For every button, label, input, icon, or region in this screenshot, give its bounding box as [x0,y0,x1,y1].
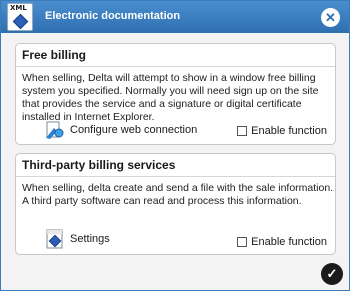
window-title: Electronic documentation [45,10,181,22]
checkmark-icon: ✓ [326,266,338,281]
free-billing-description: When selling, Delta will attempt to show… [22,72,319,123]
enable-function-checkbox-free-billing[interactable]: Enable function [237,125,327,137]
xml-icon-gem [12,13,29,30]
electronic-documentation-window: XML Electronic documentation ✕ Free bill… [0,0,350,291]
third-party-billing-panel: Third-party billing services When sellin… [15,153,336,255]
web-connection-icon [44,120,66,140]
settings-icon [44,229,66,249]
enable-function-label: Enable function [251,236,327,248]
free-billing-panel: Free billing When selling, Delta will at… [15,43,336,145]
close-button[interactable]: ✕ [321,8,340,27]
configure-web-connection-button[interactable]: Configure web connection [44,120,197,140]
checkbox-box[interactable] [237,237,248,247]
settings-label: Settings [70,233,110,245]
confirm-button[interactable]: ✓ [321,263,343,285]
configure-web-connection-label: Configure web connection [70,124,198,136]
enable-function-label: Enable function [251,125,327,137]
settings-button[interactable]: Settings [44,229,110,249]
panel-divider [16,176,335,177]
close-icon: ✕ [325,10,336,25]
third-party-billing-description: When selling, delta create and send a fi… [22,182,334,207]
xml-icon-label: XML [10,4,27,12]
title-bar: XML Electronic documentation ✕ [1,1,349,33]
enable-function-checkbox-third-party[interactable]: Enable function [237,236,327,248]
free-billing-heading: Free billing [22,48,87,62]
xml-document-icon: XML [7,3,33,31]
third-party-billing-heading: Third-party billing services [22,158,176,172]
panel-divider [16,66,335,67]
checkbox-box[interactable] [237,126,248,136]
